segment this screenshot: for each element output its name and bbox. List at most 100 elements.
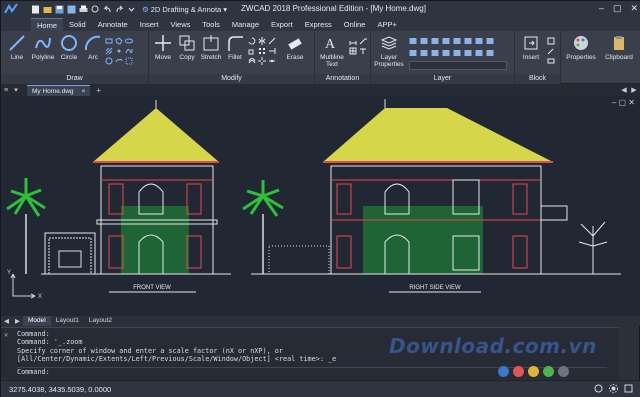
move-button[interactable]: Move (151, 34, 175, 61)
tab-express[interactable]: Express (299, 18, 338, 31)
workspace-switch-icon[interactable] (594, 384, 603, 393)
rectangle-icon[interactable] (105, 37, 113, 45)
circle-button[interactable]: Circle (57, 34, 81, 61)
offset-icon[interactable] (248, 57, 256, 65)
polygon-icon[interactable] (115, 37, 123, 45)
layer-on-icon[interactable] (409, 37, 417, 45)
chevron-down-icon[interactable]: ▾ (11, 86, 21, 94)
layer-walk-icon[interactable] (431, 49, 439, 57)
properties-button[interactable]: Properties (563, 34, 599, 61)
tab-online[interactable]: Online (338, 18, 372, 31)
layer-thaw-icon[interactable] (442, 37, 450, 45)
viewport-controls[interactable]: – ▢ ✕ (612, 98, 635, 107)
tab-annotate[interactable]: Annotate (92, 18, 134, 31)
maximize-button[interactable]: ▢ (613, 3, 622, 14)
erase-button[interactable]: Erase (283, 34, 307, 61)
fullscreen-icon[interactable] (624, 384, 633, 393)
tab-model[interactable]: Model (23, 316, 51, 326)
leader-icon[interactable] (359, 37, 367, 45)
layer-previous-icon[interactable] (420, 49, 428, 57)
layer-state-icon[interactable] (464, 49, 472, 57)
create-block-icon[interactable] (547, 37, 555, 45)
layer-unlock-icon[interactable] (464, 37, 472, 45)
layer-match-icon[interactable] (486, 37, 494, 45)
save-icon[interactable] (55, 5, 64, 14)
close-button[interactable]: ✕ (630, 3, 638, 14)
chevron-down-icon[interactable] (127, 5, 136, 14)
first-tab-icon[interactable]: ◀ (1, 317, 12, 325)
donut-icon[interactable] (105, 57, 113, 65)
layer-isolate-icon[interactable] (475, 37, 483, 45)
edit-block-icon[interactable] (547, 47, 555, 55)
explode-icon[interactable] (258, 57, 266, 65)
layer-off-icon[interactable] (420, 37, 428, 45)
line-button[interactable]: Line (5, 34, 29, 61)
tab-home[interactable]: Home (31, 18, 64, 31)
workspace-selector[interactable]: ⚙ 2D Drafting & Annota ▾ (142, 5, 227, 14)
close-icon[interactable]: ✕ (4, 331, 8, 339)
stretch-button[interactable]: Stretch (199, 34, 223, 61)
drawing-canvas[interactable]: Y X FRONT VIEW RIGHT SIDE VIEW – ▢ ✕ (1, 96, 640, 316)
minimize-button[interactable]: – (599, 3, 604, 14)
tab-app-plus[interactable]: APP+ (371, 18, 402, 31)
mirror-icon[interactable] (258, 37, 266, 45)
trim-icon[interactable] (268, 37, 276, 45)
open-folder-icon[interactable] (43, 5, 52, 14)
new-file-icon[interactable] (31, 5, 40, 14)
point-icon[interactable] (115, 47, 123, 55)
tab-tools[interactable]: Tools (196, 18, 226, 31)
app-logo-icon[interactable] (1, 1, 21, 18)
array-icon[interactable] (258, 47, 266, 55)
polyline-button[interactable]: Polyline (31, 34, 55, 61)
layer-delete-icon[interactable] (453, 49, 461, 57)
tab-insert[interactable]: Insert (134, 18, 165, 31)
attribute-icon[interactable] (547, 57, 555, 65)
copy-button[interactable]: Copy (175, 34, 199, 61)
layer-properties-button[interactable]: Layer Properties (373, 34, 405, 68)
scroll-right-icon[interactable]: ▶ (629, 86, 639, 94)
last-tab-icon[interactable]: ▶ (12, 317, 23, 325)
extend-icon[interactable] (268, 47, 276, 55)
layer-freeze-icon[interactable] (431, 37, 439, 45)
text-style-icon[interactable] (359, 47, 367, 55)
insert-button[interactable]: Insert (519, 34, 543, 61)
tab-views[interactable]: Views (165, 18, 197, 31)
save-as-icon[interactable] (67, 5, 76, 14)
dimension-icon[interactable] (349, 37, 357, 45)
tab-layout1[interactable]: Layout1 (51, 316, 84, 326)
revcloud-icon[interactable] (115, 57, 123, 65)
spline-icon[interactable] (125, 47, 133, 55)
layer-all-on-icon[interactable] (486, 49, 494, 57)
multiline-text-button[interactable]: A Multiline Text (317, 34, 347, 68)
ellipse-icon[interactable] (125, 37, 133, 45)
layer-dropdown[interactable] (409, 61, 507, 70)
settings-icon[interactable] (609, 384, 618, 393)
scroll-left-icon[interactable]: ◀ (619, 86, 629, 94)
arc-button[interactable]: Arc (81, 34, 105, 61)
boundary-icon[interactable] (125, 57, 133, 65)
document-tab[interactable]: My Home.dwg × (27, 84, 91, 96)
layer-lock-icon[interactable] (453, 37, 461, 45)
clipboard-button[interactable]: Clipboard (601, 34, 637, 61)
tab-layout2[interactable]: Layout2 (84, 316, 117, 326)
scale-icon[interactable] (248, 47, 256, 55)
command-scrollbar[interactable] (619, 327, 639, 379)
plot-preview-icon[interactable] (91, 5, 100, 14)
table-icon[interactable] (349, 47, 357, 55)
join-icon[interactable] (268, 57, 276, 65)
layer-merge-icon[interactable] (442, 49, 450, 57)
tab-solid[interactable]: Solid (63, 18, 92, 31)
undo-icon[interactable] (103, 5, 112, 14)
redo-icon[interactable] (115, 5, 124, 14)
fillet-button[interactable]: Fillet (223, 34, 247, 61)
hatch-icon[interactable] (105, 47, 113, 55)
new-tab-button[interactable]: + (96, 86, 101, 95)
layer-current-icon[interactable] (409, 49, 417, 57)
rotate-icon[interactable] (248, 37, 256, 45)
menu-icon[interactable]: ≡ (1, 87, 11, 94)
tab-manage[interactable]: Manage (226, 18, 265, 31)
layer-copy-icon[interactable] (475, 49, 483, 57)
tab-export[interactable]: Export (265, 18, 299, 31)
print-icon[interactable] (79, 5, 88, 14)
close-icon[interactable]: × (82, 86, 86, 96)
